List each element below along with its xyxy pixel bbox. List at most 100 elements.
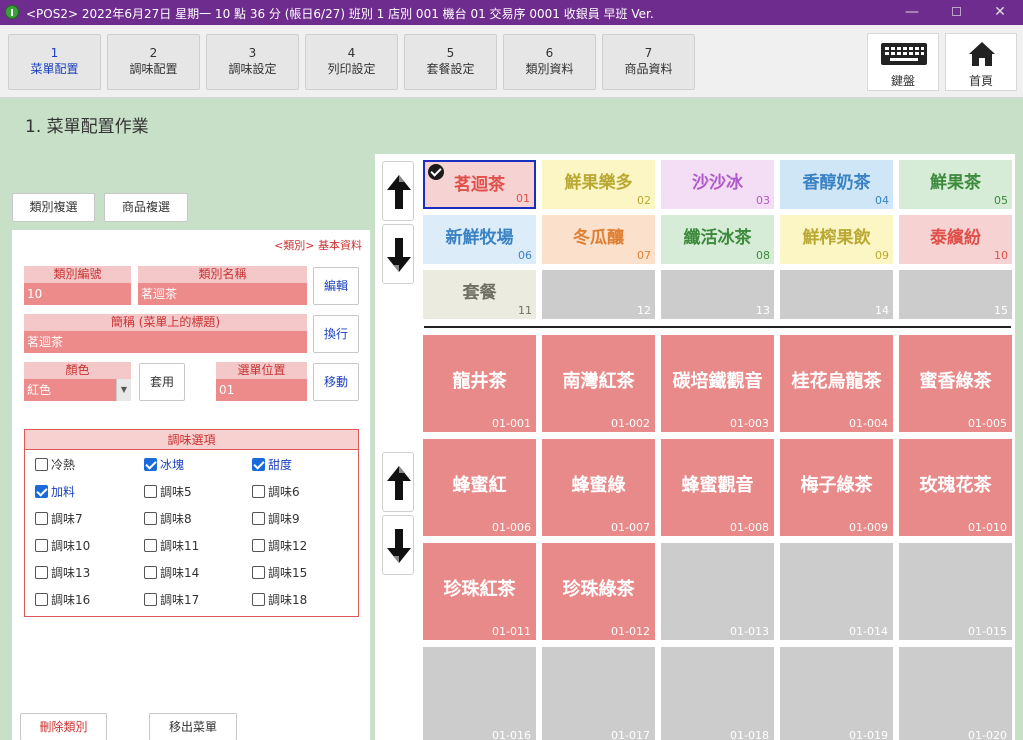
product-scroll-up-button[interactable] [382, 452, 414, 512]
delete-category-button[interactable]: 刪除類別 [20, 713, 107, 740]
seasoning-checkbox[interactable]: 冰塊 [144, 457, 184, 473]
checkbox-unchecked-icon[interactable] [35, 593, 48, 606]
product-tile[interactable]: 01-017 [542, 647, 655, 740]
product-tile[interactable]: 蜜香綠茶 01-005 [899, 335, 1012, 432]
product-tile[interactable]: 01-015 [899, 543, 1012, 640]
seasoning-checkbox[interactable]: 調味10 [35, 538, 90, 554]
category-tile[interactable]: 冬瓜釀 07 [542, 215, 655, 264]
tab-seasoning-settings[interactable]: 3 調味設定 [206, 34, 299, 90]
seasoning-checkbox[interactable]: 調味5 [144, 484, 192, 500]
product-tile[interactable]: 南灣紅茶 01-002 [542, 335, 655, 432]
apply-button[interactable]: 套用 [139, 363, 185, 401]
product-tile[interactable]: 龍井茶 01-001 [423, 335, 536, 432]
checkbox-unchecked-icon[interactable] [252, 566, 265, 579]
category-scroll-down-button[interactable] [382, 224, 414, 284]
product-tile[interactable]: 珍珠紅茶 01-011 [423, 543, 536, 640]
minimize-button[interactable]: — [898, 2, 926, 22]
category-tile[interactable]: 新鮮牧場 06 [423, 215, 536, 264]
move-button[interactable]: 移動 [313, 363, 359, 401]
checkbox-unchecked-icon[interactable] [35, 539, 48, 552]
checkbox-checked-icon[interactable] [252, 458, 265, 471]
product-tile[interactable]: 01-013 [661, 543, 774, 640]
checkbox-unchecked-icon[interactable] [252, 485, 265, 498]
seasoning-checkbox[interactable]: 調味9 [252, 511, 300, 527]
product-tile[interactable]: 01-019 [780, 647, 893, 740]
seasoning-checkbox[interactable]: 調味11 [144, 538, 199, 554]
short-name-field[interactable]: 茗迴茶 [24, 331, 307, 353]
category-tile[interactable]: 泰繽紛 10 [899, 215, 1012, 264]
category-tile[interactable]: 14 [780, 270, 893, 319]
checkbox-checked-icon[interactable] [35, 485, 48, 498]
checkbox-unchecked-icon[interactable] [35, 458, 48, 471]
product-tile[interactable]: 01-014 [780, 543, 893, 640]
checkbox-checked-icon[interactable] [144, 458, 157, 471]
checkbox-unchecked-icon[interactable] [35, 512, 48, 525]
product-tile[interactable]: 01-016 [423, 647, 536, 740]
tab-menu-config[interactable]: 1 菜單配置 [8, 34, 101, 90]
chevron-down-icon[interactable]: ▼ [116, 379, 131, 401]
seasoning-checkbox[interactable]: 調味15 [252, 565, 307, 581]
product-tile[interactable]: 珍珠綠茶 01-012 [542, 543, 655, 640]
category-name-field[interactable]: 茗迴茶 [138, 283, 307, 305]
seasoning-checkbox[interactable]: 調味7 [35, 511, 83, 527]
category-tile[interactable]: 15 [899, 270, 1012, 319]
seasoning-checkbox[interactable]: 調味14 [144, 565, 199, 581]
home-button[interactable]: 首頁 [945, 33, 1017, 91]
product-tile[interactable]: 蜂蜜紅 01-006 [423, 439, 536, 536]
checkbox-unchecked-icon[interactable] [252, 512, 265, 525]
checkbox-unchecked-icon[interactable] [144, 512, 157, 525]
seasoning-checkbox[interactable]: 甜度 [252, 457, 292, 473]
checkbox-unchecked-icon[interactable] [144, 539, 157, 552]
category-tile[interactable]: 套餐 11 [423, 270, 536, 319]
product-tile[interactable]: 碳培鐵觀音 01-003 [661, 335, 774, 432]
product-tile[interactable]: 蜂蜜綠 01-007 [542, 439, 655, 536]
remove-from-menu-button[interactable]: 移出菜單 [149, 713, 237, 740]
edit-button[interactable]: 編輯 [313, 267, 359, 305]
wrap-button[interactable]: 換行 [313, 315, 359, 353]
category-tile[interactable]: 香醇奶茶 04 [780, 160, 893, 209]
product-tile[interactable]: 玫瑰花茶 01-010 [899, 439, 1012, 536]
checkbox-unchecked-icon[interactable] [144, 566, 157, 579]
checkbox-unchecked-icon[interactable] [252, 539, 265, 552]
product-tile[interactable]: 01-018 [661, 647, 774, 740]
product-scroll-down-button[interactable] [382, 515, 414, 575]
copy-product-button[interactable]: 商品複選 [104, 193, 188, 222]
seasoning-checkbox[interactable]: 調味18 [252, 592, 307, 608]
category-tile[interactable]: 纖活冰茶 08 [661, 215, 774, 264]
category-tile[interactable]: 鮮果茶 05 [899, 160, 1012, 209]
tab-seasoning-config[interactable]: 2 調味配置 [107, 34, 200, 90]
product-tile[interactable]: 梅子綠茶 01-009 [780, 439, 893, 536]
seasoning-checkbox[interactable]: 調味6 [252, 484, 300, 500]
seasoning-checkbox[interactable]: 調味16 [35, 592, 90, 608]
close-button[interactable]: ✕ [986, 2, 1014, 22]
tab-category-data[interactable]: 6 類別資料 [503, 34, 596, 90]
seasoning-checkbox[interactable]: 加料 [35, 484, 75, 500]
checkbox-unchecked-icon[interactable] [144, 593, 157, 606]
product-tile[interactable]: 蜂蜜觀音 01-008 [661, 439, 774, 536]
category-tile[interactable]: 12 [542, 270, 655, 319]
category-tile[interactable]: 13 [661, 270, 774, 319]
category-code-field[interactable]: 10 [24, 283, 131, 305]
keyboard-button[interactable]: 鍵盤 [867, 33, 939, 91]
category-tile[interactable]: 沙沙冰 03 [661, 160, 774, 209]
category-tile[interactable]: 鮮果樂多 02 [542, 160, 655, 209]
tab-print-settings[interactable]: 4 列印設定 [305, 34, 398, 90]
seasoning-checkbox[interactable]: 調味12 [252, 538, 307, 554]
seasoning-checkbox[interactable]: 冷熱 [35, 457, 75, 473]
tab-product-data[interactable]: 7 商品資料 [602, 34, 695, 90]
checkbox-unchecked-icon[interactable] [35, 566, 48, 579]
copy-category-button[interactable]: 類別複選 [12, 193, 95, 222]
product-tile[interactable]: 01-020 [899, 647, 1012, 740]
color-select[interactable]: 紅色 [24, 379, 131, 401]
checkbox-unchecked-icon[interactable] [252, 593, 265, 606]
seasoning-checkbox[interactable]: 調味8 [144, 511, 192, 527]
checkbox-unchecked-icon[interactable] [144, 485, 157, 498]
menu-position-field[interactable]: 01 [216, 379, 307, 401]
seasoning-checkbox[interactable]: 調味17 [144, 592, 199, 608]
maximize-button[interactable] [942, 2, 970, 22]
product-tile[interactable]: 桂花烏龍茶 01-004 [780, 335, 893, 432]
category-tile[interactable]: 鮮榨果飲 09 [780, 215, 893, 264]
category-scroll-up-button[interactable] [382, 161, 414, 221]
category-tile[interactable]: 茗迴茶 01 [423, 160, 536, 209]
seasoning-checkbox[interactable]: 調味13 [35, 565, 90, 581]
